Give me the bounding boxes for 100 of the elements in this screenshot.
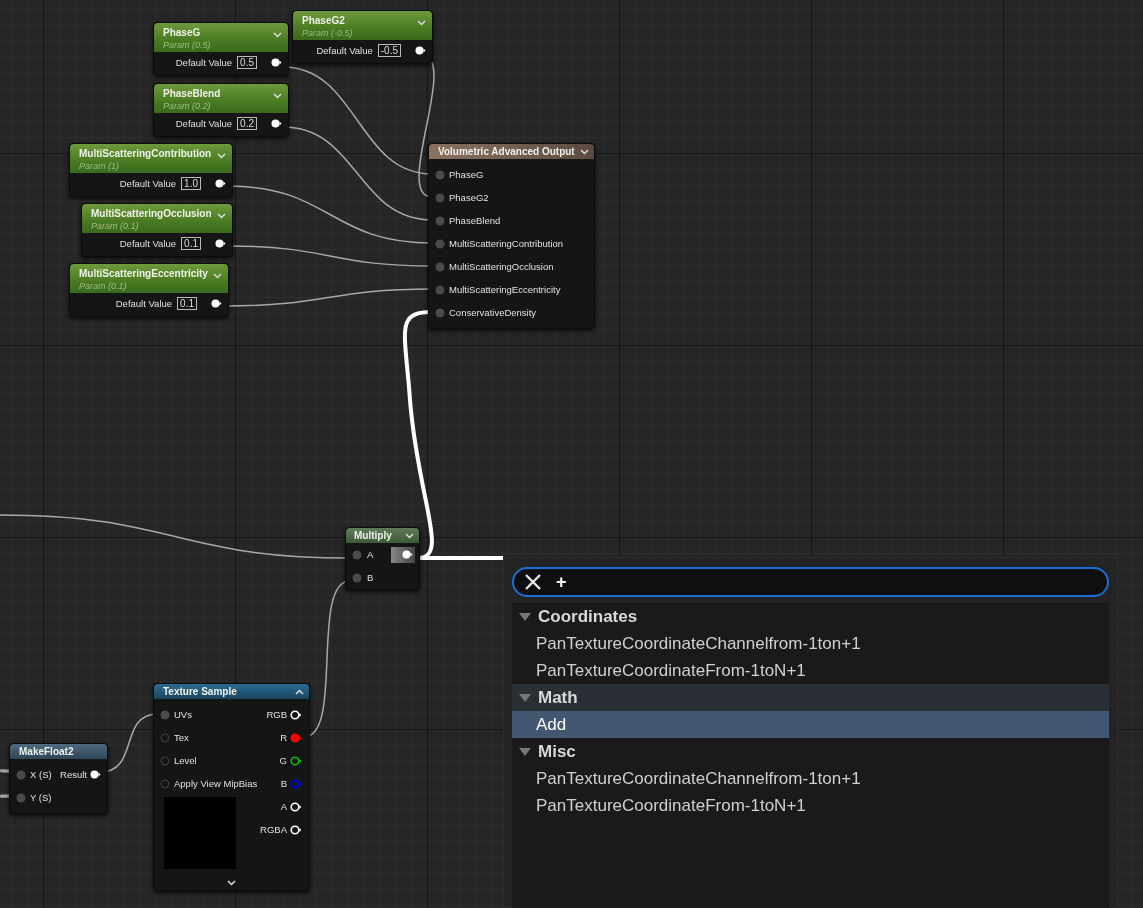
output-pin[interactable] (90, 770, 101, 779)
pin-label: PhaseG (449, 169, 484, 180)
input-pin[interactable] (435, 238, 445, 249)
pin-label: PhaseBlend (449, 215, 501, 226)
search-field[interactable]: + (556, 571, 756, 593)
output-pin[interactable] (415, 46, 426, 55)
math-node[interactable]: Multiply A B (345, 527, 420, 590)
output-pin[interactable] (271, 119, 282, 128)
menu-item[interactable]: PanTextureCoordinateChannelfrom-1ton+1 (512, 630, 1109, 657)
node-title: Texture Sample (163, 686, 237, 697)
pin-label: Default Value (175, 57, 233, 68)
menu-item[interactable]: PanTextureCoordinateChannelfrom-1ton+1 (512, 765, 1109, 792)
node-title: PhaseG (163, 27, 201, 38)
pin-label: A (280, 801, 287, 812)
node-title: MultiScatteringOcclusion (91, 208, 212, 219)
pin-label: Tex (174, 732, 189, 743)
parameter-node[interactable]: PhaseBlend Param (0.2) Default Value 0.2 (153, 83, 289, 137)
pin-label: RGB (266, 709, 287, 720)
triangle-down-icon (518, 611, 532, 622)
input-pin[interactable] (160, 755, 170, 766)
pin-label: Default Value (115, 298, 173, 309)
input-pin[interactable] (160, 732, 170, 743)
input-pin[interactable] (435, 261, 445, 272)
output-pin[interactable] (290, 755, 302, 766)
pin-label: Default Value (119, 238, 177, 249)
pin-label: B (280, 778, 287, 789)
output-pin[interactable] (290, 709, 302, 720)
menu-item[interactable]: PanTextureCoordinateFrom-1toN+1 (512, 792, 1109, 819)
make-node[interactable]: MakeFloat2 X (S) Y (S) Result (9, 743, 108, 814)
category-header[interactable]: Coordinates (512, 603, 1109, 630)
node-subtitle: Param (0.1) (91, 221, 139, 231)
input-pin[interactable] (352, 549, 362, 560)
pin-label: Level (174, 755, 197, 766)
pin-label: MultiScatteringOcclusion (449, 261, 554, 272)
pin-label: Default Value (119, 178, 177, 189)
output-pin[interactable] (211, 299, 222, 308)
pin-label: RGBA (260, 824, 287, 835)
input-pin[interactable] (160, 778, 170, 789)
pin-label: Apply View MipBias (174, 778, 258, 789)
node-title: PhaseG2 (302, 15, 345, 26)
pin-label: Default Value (316, 45, 373, 56)
output-pin[interactable] (215, 239, 226, 248)
input-pin[interactable] (16, 792, 26, 803)
value-field[interactable]: 0.5 (237, 56, 257, 69)
triangle-down-icon (518, 746, 532, 757)
node-title: PhaseBlend (163, 88, 221, 99)
pin-label: A (367, 549, 374, 560)
parameter-node[interactable]: MultiScatteringContribution Param (1) Default Value 1.0 (69, 143, 233, 197)
pin-label: X (S) (30, 769, 52, 780)
pin-label: MultiScatteringContribution (449, 238, 564, 249)
output-pin[interactable] (215, 179, 226, 188)
value-field[interactable]: 1.0 (181, 177, 201, 190)
pin-label: Y (S) (30, 792, 52, 803)
node-title: MultiScatteringContribution (79, 148, 212, 159)
input-pin[interactable] (435, 307, 445, 318)
pin-label: Result (60, 769, 87, 780)
chevron-down-icon[interactable] (580, 149, 589, 155)
pin-label: G (279, 755, 287, 766)
chevron-down-icon[interactable] (227, 880, 236, 886)
chevron-up-icon[interactable] (295, 689, 304, 695)
node-title: MultiScatteringEccentricity (79, 268, 208, 279)
input-pin[interactable] (435, 192, 445, 203)
input-pin[interactable] (160, 709, 170, 720)
node-subtitle: Param (0.1) (79, 281, 127, 291)
node-title: Multiply (354, 530, 392, 541)
pin-label: R (280, 732, 287, 743)
pin-label: UVs (174, 709, 192, 720)
input-pin[interactable] (435, 169, 445, 180)
pin-label: PhaseG2 (449, 192, 489, 203)
output-pin[interactable] (290, 824, 302, 835)
category-header[interactable]: Math (512, 684, 1109, 711)
node-title: Volumetric Advanced Output (438, 146, 575, 157)
parameter-node[interactable]: PhaseG Param (0.5) Default Value 0.5 (153, 22, 289, 76)
parameter-node[interactable]: MultiScatteringOcclusion Param (0.1) Default Value 0.1 (81, 203, 233, 257)
node-subtitle: Param (0.5) (163, 40, 211, 50)
output-pin[interactable] (271, 58, 282, 67)
category-header[interactable]: Misc (512, 738, 1109, 765)
value-field[interactable]: 0.1 (177, 297, 197, 310)
parameter-node[interactable]: PhaseG2 Param (-0.5) Default Value -0.5 (292, 10, 433, 64)
output-pin[interactable] (290, 801, 302, 812)
texture-node[interactable]: Texture Sample UVs Tex Level Apply View MipBias RGB R G B A RGBA (153, 683, 310, 891)
node-title: MakeFloat2 (19, 746, 74, 757)
value-field[interactable]: 0.2 (237, 117, 257, 130)
node-subtitle: Param (-0.5) (302, 28, 353, 38)
parameter-node[interactable]: MultiScatteringEccentricity Param (0.1) Default Value 0.1 (69, 263, 229, 317)
menu-item[interactable]: Add (512, 711, 1109, 738)
pin-label: MultiScatteringEccentricity (449, 284, 561, 295)
input-pin[interactable] (352, 572, 362, 583)
close-icon[interactable] (524, 573, 542, 591)
input-pin[interactable] (435, 215, 445, 226)
node-subtitle: Param (1) (79, 161, 119, 171)
input-pin[interactable] (435, 284, 445, 295)
menu-item[interactable]: PanTextureCoordinateFrom-1toN+1 (512, 657, 1109, 684)
output-pin[interactable] (402, 550, 413, 559)
value-field[interactable]: 0.1 (181, 237, 201, 250)
pin-label: B (367, 572, 374, 583)
pin-label: Default Value (175, 118, 233, 129)
output-node[interactable]: Volumetric Advanced Output PhaseG PhaseG2 PhaseBlend MultiScatteringContribution MultiScatteringOcclusion MultiScatteringEccentricity ConservativeDensity (428, 143, 595, 329)
value-field[interactable]: -0.5 (377, 44, 401, 57)
input-pin[interactable] (16, 769, 26, 780)
